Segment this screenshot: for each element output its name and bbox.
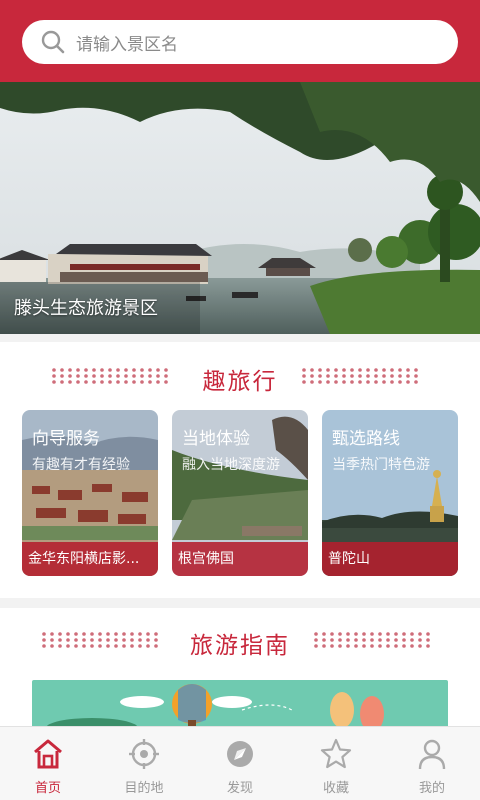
- search-input[interactable]: 请输入景区名: [22, 20, 458, 64]
- card-title: 向导服务: [32, 429, 100, 449]
- nav-label: 首页: [34, 781, 61, 796]
- nav-label: 我的: [418, 781, 445, 796]
- home-icon: [34, 739, 62, 769]
- compass-icon: [227, 741, 253, 767]
- card-place: 根宫佛国: [172, 542, 308, 576]
- card-title: 甄选路线: [332, 429, 400, 449]
- app-page: 请输入景区名 滕头生态旅游景区 趣旅行 向导服务 有趣有才有经验 金华东阳横店影…: [0, 0, 480, 800]
- nav-label: 目的地: [124, 781, 164, 796]
- nav-item-home[interactable]: 首页: [0, 727, 96, 800]
- nav-label: 收藏: [322, 781, 349, 796]
- banner-caption: 滕头生态旅游景区: [14, 298, 158, 319]
- bottom-nav: 首页 目的地 发现 收藏 我的: [0, 726, 480, 800]
- trip-card-route[interactable]: 甄选路线 当季热门特色游 普陀山: [322, 410, 458, 576]
- decor-dots-right: [302, 368, 418, 384]
- decor-dots-right: [314, 632, 430, 648]
- trip-card-guide[interactable]: 向导服务 有趣有才有经验 金华东阳横店影...: [22, 410, 158, 576]
- header-bar: 请输入景区名: [0, 0, 480, 82]
- guide-banner-image[interactable]: [32, 680, 448, 728]
- card-place: 普陀山: [322, 542, 458, 576]
- trip-card-experience[interactable]: 当地体验 融入当地深度游 根宫佛国: [172, 410, 308, 576]
- nav-item-discover[interactable]: 发现: [192, 727, 288, 800]
- card-title: 当地体验: [182, 429, 250, 449]
- card-place: 金华东阳横店影...: [22, 542, 158, 576]
- guide-section: 旅游指南: [0, 608, 480, 728]
- nav-item-favorites[interactable]: 收藏: [288, 727, 384, 800]
- card-subtitle: 有趣有才有经验: [32, 457, 130, 473]
- star-icon: [320, 738, 352, 769]
- nav-item-profile[interactable]: 我的: [384, 727, 480, 800]
- nav-item-destination[interactable]: 目的地: [96, 727, 192, 800]
- card-subtitle: 当季热门特色游: [332, 457, 430, 473]
- search-placeholder: 请输入景区名: [76, 34, 178, 55]
- user-icon: [418, 739, 446, 770]
- search-icon: [40, 29, 66, 55]
- nav-label: 发现: [226, 781, 253, 796]
- card-subtitle: 融入当地深度游: [182, 457, 280, 473]
- target-icon: [129, 739, 159, 769]
- trip-section: 趣旅行 向导服务 有趣有才有经验 金华东阳横店影... 当地体验 融入当地深度游…: [0, 342, 480, 598]
